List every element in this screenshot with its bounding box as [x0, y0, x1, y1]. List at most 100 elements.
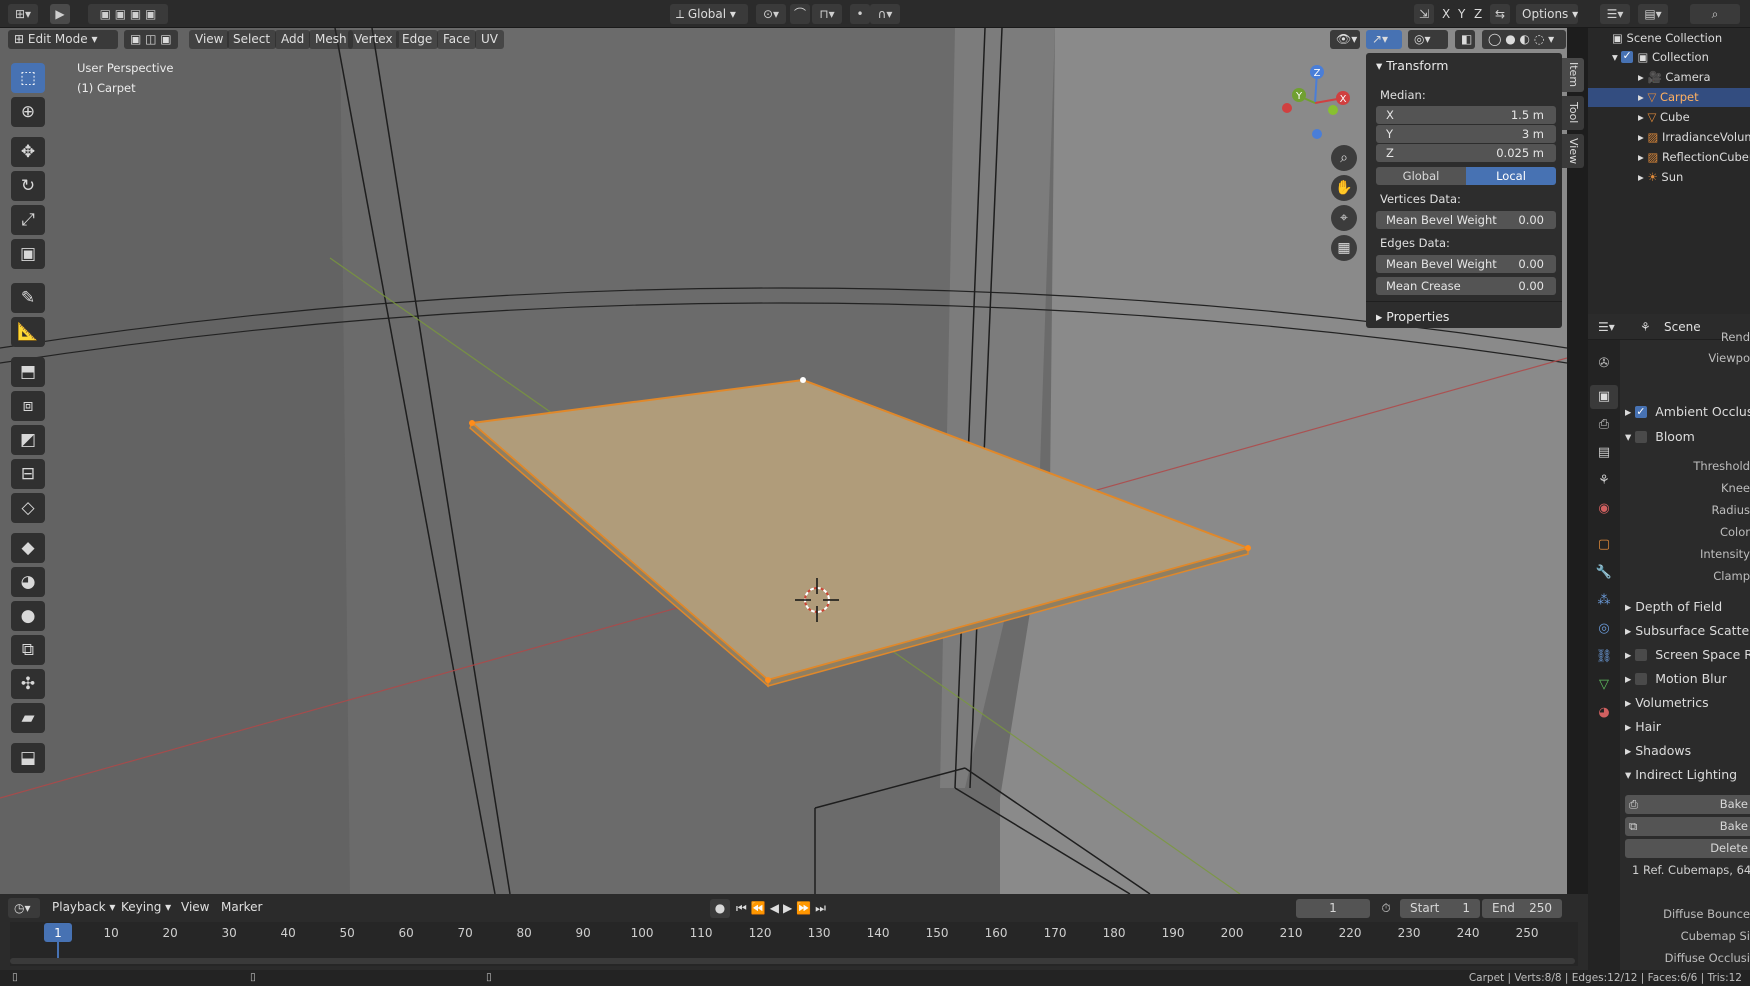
- axis-z-toggle[interactable]: Z: [1468, 4, 1489, 24]
- proportional-edit-icon[interactable]: •: [850, 4, 870, 24]
- menu-select[interactable]: Select: [227, 30, 277, 49]
- outliner-item-camera[interactable]: ▸ 🎥 Camera: [1588, 68, 1750, 87]
- output-tab-icon[interactable]: ⎙: [1590, 413, 1618, 437]
- cursor-tool-icon[interactable]: ⊕: [11, 97, 45, 127]
- perspective-grid-icon[interactable]: ▦: [1331, 235, 1357, 261]
- select-mode-buttons[interactable]: ▣ ◫ ▣: [124, 30, 178, 49]
- falloff-icon[interactable]: ∩▾: [870, 4, 900, 24]
- overlay-toggle-icon[interactable]: ◎▾: [1408, 30, 1448, 49]
- extrude-tool-icon[interactable]: ⬒: [11, 357, 45, 387]
- move-tool-icon[interactable]: ✥: [11, 137, 45, 167]
- menu-mesh[interactable]: Mesh: [309, 30, 353, 49]
- outliner-item-irradiance[interactable]: ▸ ▨ IrradianceVolum: [1588, 128, 1750, 147]
- panel-indirect-lighting[interactable]: ▾ Indirect Lighting: [1625, 764, 1750, 786]
- select-box-tool-icon[interactable]: ⬚: [11, 63, 45, 93]
- outliner-scene-collection[interactable]: ▣ Scene Collection: [1588, 29, 1750, 48]
- gizmo-toggle-icon[interactable]: ↗▾: [1366, 30, 1402, 49]
- scene-tab-icon[interactable]: ⚘: [1590, 469, 1618, 493]
- transform-header[interactable]: ▾ Transform: [1376, 58, 1448, 73]
- knife-tool-icon[interactable]: ◇: [11, 493, 45, 523]
- tab-tool[interactable]: Tool: [1562, 96, 1584, 130]
- select-tool-icon[interactable]: ▶: [50, 4, 70, 24]
- motion-blur-checkbox[interactable]: [1635, 672, 1648, 685]
- poly-build-tool-icon[interactable]: ◆: [11, 533, 45, 563]
- bake-button-1[interactable]: ⎙ Bake: [1625, 795, 1750, 814]
- shading-mode-icons[interactable]: ◯ ● ◐ ◌ ▾: [1482, 30, 1566, 49]
- playback-controls[interactable]: ⏮⏪◀▶⏩⏭: [736, 899, 848, 918]
- visibility-icon[interactable]: 👁▾: [1330, 30, 1360, 49]
- navigation-gizmo[interactable]: Z X Y: [1275, 58, 1355, 142]
- constraints-tab-icon[interactable]: ⛓: [1590, 645, 1618, 669]
- edge-bevel-field[interactable]: Mean Bevel Weight 0.00: [1376, 255, 1556, 273]
- tool-tab-icon[interactable]: ✇: [1590, 352, 1618, 376]
- ambient-occlusion-checkbox[interactable]: [1635, 401, 1648, 423]
- outliner-editor-type[interactable]: ☰▾: [1600, 4, 1630, 24]
- menu-playback[interactable]: Playback ▾: [46, 898, 121, 917]
- spin-tool-icon[interactable]: ◕: [11, 567, 45, 597]
- selection-mode-icons[interactable]: ▣ ▣ ▣ ▣: [88, 4, 168, 24]
- outliner-item-reflection[interactable]: ▸ ▨ ReflectionCuber: [1588, 148, 1750, 167]
- panel-hair[interactable]: ▸ Hair: [1625, 716, 1750, 738]
- rip-tool-icon[interactable]: ⬓: [11, 743, 45, 773]
- pan-hand-icon[interactable]: ✋: [1331, 175, 1357, 201]
- outliner-item-sun[interactable]: ▸ ☀ Sun: [1588, 168, 1750, 187]
- snap-icon[interactable]: ⌒: [790, 4, 810, 24]
- local-toggle[interactable]: Local: [1466, 167, 1556, 185]
- xray-icon[interactable]: ◧: [1455, 30, 1475, 49]
- physics-tab-icon[interactable]: ◎: [1590, 617, 1618, 641]
- editor-type-button[interactable]: ⊞▾: [8, 4, 38, 24]
- cubemap-size-field[interactable]: Cubemap Si: [1625, 925, 1750, 947]
- menu-edge[interactable]: Edge: [396, 30, 439, 49]
- menu-timeline-view[interactable]: View: [175, 898, 215, 917]
- world-tab-icon[interactable]: ◉: [1590, 497, 1618, 521]
- particles-tab-icon[interactable]: ⁂: [1590, 589, 1618, 613]
- diffuse-bounces-field[interactable]: Diffuse Bounce: [1625, 903, 1750, 925]
- bloom-intensity[interactable]: Intensity: [1625, 543, 1750, 565]
- menu-marker[interactable]: Marker: [215, 898, 268, 917]
- annotate-tool-icon[interactable]: ✎: [11, 283, 45, 313]
- properties-header[interactable]: ▸ Properties: [1376, 309, 1449, 324]
- tab-view[interactable]: View: [1562, 134, 1584, 168]
- panel-depth-of-field[interactable]: ▸ Depth of Field: [1625, 596, 1750, 618]
- median-x-field[interactable]: X 1.5 m: [1376, 106, 1556, 124]
- panel-shadows[interactable]: ▸ Shadows: [1625, 740, 1750, 762]
- bloom-color[interactable]: Color: [1625, 521, 1750, 543]
- modifier-tab-icon[interactable]: 🔧: [1590, 561, 1618, 585]
- pivot-icon[interactable]: ⊙▾: [756, 4, 786, 24]
- record-icon[interactable]: ●: [710, 899, 730, 918]
- global-toggle[interactable]: Global: [1376, 167, 1466, 185]
- loop-cut-tool-icon[interactable]: ⊟: [11, 459, 45, 489]
- bloom-radius[interactable]: Radius: [1625, 499, 1750, 521]
- menu-face[interactable]: Face: [437, 30, 477, 49]
- inset-tool-icon[interactable]: ⧈: [11, 391, 45, 421]
- bake-button-2[interactable]: ⧉ Bake: [1625, 817, 1750, 836]
- diffuse-occlusion-field[interactable]: Diffuse Occlusi: [1625, 947, 1750, 969]
- timeline-scrollbar[interactable]: [10, 958, 1575, 964]
- display-mode-icon[interactable]: ▤▾: [1638, 4, 1668, 24]
- outliner-item-cube[interactable]: ▸ ▽ Cube: [1588, 108, 1750, 127]
- panel-motion-blur[interactable]: ▸ Motion Blur: [1625, 668, 1750, 690]
- properties-editor-type[interactable]: ☰▾: [1598, 320, 1615, 334]
- mirror-icon[interactable]: ⇲: [1414, 4, 1434, 24]
- material-tab-icon[interactable]: ◕: [1590, 701, 1618, 725]
- shear-tool-icon[interactable]: ▰: [11, 703, 45, 733]
- panel-ambient-occlusion[interactable]: ▸ Ambient Occlusi: [1625, 401, 1750, 423]
- mode-dropdown[interactable]: ⊞ Edit Mode ▾: [8, 30, 118, 49]
- orientation-dropdown[interactable]: ⟂ Global ▾: [670, 4, 748, 24]
- rotate-tool-icon[interactable]: ↻: [11, 171, 45, 201]
- median-z-field[interactable]: Z 0.025 m: [1376, 144, 1556, 162]
- timeline-editor-type[interactable]: ◷▾: [8, 898, 40, 918]
- measure-tool-icon[interactable]: 📐: [11, 317, 45, 347]
- ssr-checkbox[interactable]: [1635, 648, 1648, 661]
- bloom-checkbox[interactable]: [1635, 430, 1648, 443]
- scale-tool-icon[interactable]: ⤢: [11, 205, 45, 235]
- menu-keying[interactable]: Keying ▾: [115, 898, 177, 917]
- edge-slide-tool-icon[interactable]: ⧉: [11, 635, 45, 665]
- current-frame-field[interactable]: 1: [1296, 899, 1370, 918]
- object-tab-icon[interactable]: ▢: [1590, 533, 1618, 557]
- menu-vertex[interactable]: Vertex: [348, 30, 399, 49]
- panel-volumetrics[interactable]: ▸ Volumetrics: [1625, 692, 1750, 714]
- bloom-threshold[interactable]: Threshold: [1625, 455, 1750, 477]
- end-frame-field[interactable]: End 250: [1482, 899, 1562, 918]
- zoom-icon[interactable]: ⌕: [1331, 145, 1357, 171]
